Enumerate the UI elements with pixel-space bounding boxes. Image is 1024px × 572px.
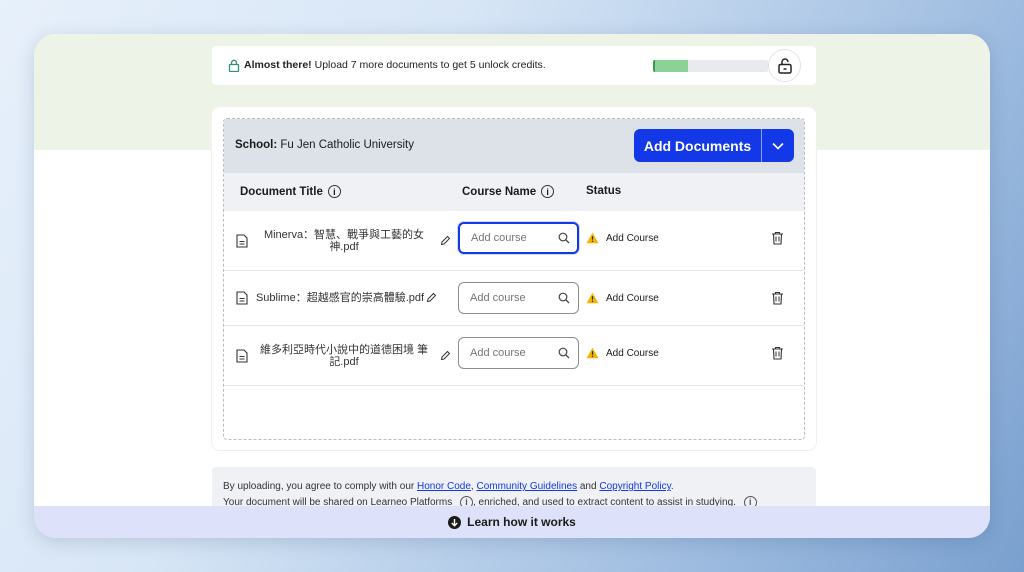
search-icon	[558, 292, 570, 304]
header-status: Status	[586, 185, 621, 197]
honor-code-link[interactable]: Honor Code	[417, 481, 471, 492]
trash-icon[interactable]	[771, 231, 784, 245]
legal-prefix: By uploading, you agree to comply with o…	[223, 481, 417, 492]
document-icon	[236, 349, 248, 363]
progress-banner: Almost there! Upload 7 more documents to…	[212, 46, 816, 85]
header-document-title: Document Title i	[240, 185, 341, 198]
school-bar: School: Fu Jen Catholic University Add D…	[224, 119, 804, 173]
table-row: Minerva：智慧、戰爭與工藝的女神.pdf Add Course	[224, 211, 804, 271]
search-icon	[558, 347, 570, 359]
info-icon[interactable]: i	[327, 185, 341, 198]
warning-icon	[586, 232, 599, 244]
school-label: School:	[235, 139, 278, 151]
pencil-icon[interactable]	[440, 350, 451, 361]
document-icon	[236, 234, 248, 248]
arrow-down-circle-icon	[448, 515, 462, 529]
unlock-progress-fill	[653, 60, 688, 72]
document-title: Sublime：超越感官的崇高體驗.pdf	[255, 292, 425, 304]
school-name: Fu Jen Catholic University	[277, 139, 414, 151]
learn-how-it-works-button[interactable]: Learn how it works	[34, 506, 990, 538]
unlock-icon	[777, 58, 792, 74]
document-icon	[236, 291, 248, 305]
pencil-icon[interactable]	[440, 235, 451, 246]
header-status-label: Status	[586, 185, 622, 197]
info-icon[interactable]: i	[541, 185, 555, 198]
header-title-label: Document Title	[240, 185, 323, 198]
copyright-policy-link[interactable]: Copyright Policy	[599, 481, 671, 492]
banner-text: Upload 7 more documents to get 5 unlock …	[311, 59, 546, 71]
document-title: 維多利亞時代小說中的道德困境 筆記.pdf	[259, 344, 429, 368]
legal-and: and	[577, 481, 600, 492]
status-label: Add Course	[606, 348, 659, 359]
school-info: School: Fu Jen Catholic University	[235, 139, 414, 151]
chevron-down-icon	[772, 142, 784, 150]
legal-line-1: By uploading, you agree to comply with o…	[223, 479, 805, 495]
dropzone[interactable]: School: Fu Jen Catholic University Add D…	[223, 118, 805, 440]
documents-panel: School: Fu Jen Catholic University Add D…	[212, 107, 816, 450]
unlock-button[interactable]	[768, 49, 801, 82]
add-documents-dropdown[interactable]	[762, 129, 794, 162]
status-label: Add Course	[606, 233, 659, 244]
search-icon	[558, 232, 570, 244]
add-documents-button[interactable]: Add Documents	[634, 129, 761, 162]
header-course-name: Course Name i	[462, 185, 555, 198]
trash-icon[interactable]	[771, 346, 784, 360]
banner-bold: Almost there!	[244, 59, 312, 71]
unlock-progress-bar	[653, 60, 768, 72]
status-label: Add Course	[606, 293, 659, 304]
document-title: Minerva：智慧、戰爭與工藝的女神.pdf	[263, 229, 425, 253]
legal-period: .	[670, 481, 674, 492]
trash-icon[interactable]	[771, 291, 784, 305]
banner-message: Almost there! Upload 7 more documents to…	[244, 59, 546, 71]
lock-icon	[228, 59, 240, 72]
header-course-label: Course Name	[462, 185, 537, 198]
community-guidelines-link[interactable]: Community Guidelines	[476, 481, 577, 492]
warning-icon	[586, 347, 599, 359]
pencil-icon[interactable]	[426, 292, 437, 303]
warning-icon	[586, 292, 599, 304]
learn-label: Learn how it works	[467, 515, 576, 529]
table-header: Document Title i Course Name i Status	[224, 173, 804, 211]
add-documents-split-button: Add Documents	[634, 129, 794, 162]
upload-card: Almost there! Upload 7 more documents to…	[34, 34, 990, 538]
table-row: 維多利亞時代小說中的道德困境 筆記.pdf Add Course	[224, 326, 804, 386]
table-row: Sublime：超越感官的崇高體驗.pdf Add Course	[224, 271, 804, 326]
